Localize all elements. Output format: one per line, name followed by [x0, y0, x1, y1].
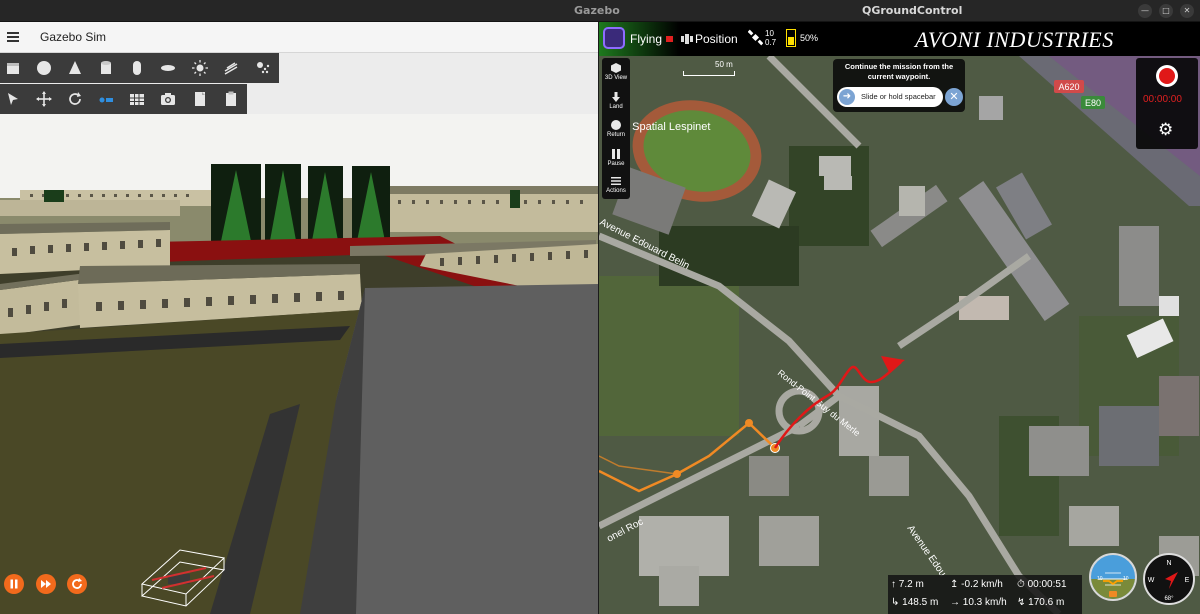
translate-icon[interactable]	[35, 90, 53, 108]
horizontal-speed-value: → 10.3 km/h	[950, 597, 1007, 608]
qgc-app-logo[interactable]	[603, 27, 625, 49]
sphere-shape-icon[interactable]	[35, 59, 53, 77]
directional-light-icon[interactable]	[222, 59, 240, 77]
telemetry-panel[interactable]: ↑ 7.2 m ↥ -0.2 km/h ⏱ 00:00:51 ↳ 148.5 m…	[888, 575, 1082, 614]
highway-label-a620: A620	[1058, 82, 1079, 92]
gazebo-3d-viewport[interactable]	[0, 114, 598, 614]
gps-satellite-icon[interactable]	[748, 29, 763, 47]
spot-light-icon[interactable]	[253, 59, 271, 77]
fly-tool-strip: 3D View Land Return Pause Actions	[602, 58, 630, 199]
qgc-window: Flying Position 10 0.7 50% AVONI INDUSTR…	[599, 22, 1200, 614]
flight-mode-icon	[681, 34, 693, 44]
attitude-mark-left: 10	[1097, 576, 1103, 582]
waypoint-marker-3[interactable]	[673, 470, 681, 478]
view-angle-icon[interactable]	[97, 90, 115, 108]
attitude-mark-right: 10	[1123, 576, 1129, 582]
satellite-map[interactable]: A620 E80 e Spatial Lespinet Avenue Edoua…	[599, 56, 1200, 614]
compass-north: N	[1166, 560, 1171, 567]
point-light-icon[interactable]	[191, 59, 209, 77]
rotate-icon[interactable]	[66, 90, 84, 108]
continue-mission-dialog: Continue the mission from the current wa…	[833, 59, 965, 112]
gazebo-app-title: Gazebo Sim	[40, 30, 107, 44]
reset-simulation-button[interactable]	[67, 574, 87, 594]
heading-arrow-icon	[1165, 572, 1178, 589]
box-shape-icon[interactable]	[4, 59, 22, 77]
camera-record-panel: 00:00:00 ⚙	[1136, 58, 1198, 149]
menu-icon[interactable]	[7, 32, 19, 42]
maximize-icon[interactable]: □	[1159, 4, 1173, 18]
paste-icon[interactable]	[222, 90, 240, 108]
transform-toolbar	[0, 84, 247, 114]
tool-pause[interactable]: Pause	[602, 149, 630, 167]
minimize-icon[interactable]: —	[1138, 4, 1152, 18]
step-forward-button[interactable]	[36, 574, 56, 594]
camera-settings-gear-icon[interactable]: ⚙	[1158, 122, 1173, 139]
window-titlebar: Gazebo QGroundControl — □ ✕	[0, 0, 1200, 22]
qgc-window-title: QGroundControl	[862, 4, 963, 17]
copy-icon[interactable]	[191, 90, 209, 108]
capsule-shape-icon[interactable]	[128, 59, 146, 77]
gps-counts: 10 0.7	[765, 29, 776, 47]
gps-satellite-count: 10	[765, 29, 774, 38]
flight-time-value: ⏱ 00:00:51	[1017, 579, 1067, 590]
cone-shape-icon[interactable]	[66, 59, 84, 77]
battery-icon[interactable]	[786, 29, 796, 47]
distance-home-value: ↳ 148.5 m	[891, 597, 939, 608]
slider-label: Slide or hold spacebar	[861, 92, 936, 101]
shapes-toolbar	[0, 53, 279, 83]
gazebo-window: Gazebo Sim	[0, 22, 598, 614]
close-icon[interactable]: ✕	[1180, 4, 1194, 18]
altitude-value: ↑ 7.2 m	[891, 579, 924, 590]
screenshot-camera-icon[interactable]	[159, 90, 177, 108]
waypoint-marker-2[interactable]	[745, 419, 753, 427]
highway-label-e80: E80	[1085, 98, 1101, 108]
tool-land[interactable]: Land	[602, 92, 630, 110]
tool-3d-view[interactable]: 3D View	[602, 63, 630, 81]
flight-status[interactable]: Flying	[630, 32, 662, 46]
gazebo-header: Gazebo Sim	[0, 22, 598, 53]
gps-hdop: 0.7	[765, 38, 777, 47]
map-scale-label: 50 m	[715, 60, 733, 69]
distance-waypoint-value: ↯ 170.6 m	[1017, 597, 1065, 608]
confirm-slider[interactable]: ➜ Slide or hold spacebar	[837, 87, 943, 107]
select-cursor-icon[interactable]	[4, 90, 22, 108]
brand-logo-text: AVONI INDUSTRIES	[915, 27, 1114, 52]
qgc-toolbar: Flying Position 10 0.7 50% AVONI INDUSTR…	[599, 22, 1200, 56]
vertical-speed-value: ↥ -0.2 km/h	[950, 579, 1003, 590]
gazebo-window-title: Gazebo	[574, 4, 620, 17]
compass-east: E	[1185, 577, 1190, 584]
tool-return[interactable]: Return	[602, 120, 630, 138]
battery-percent: 50%	[800, 33, 819, 43]
pause-simulation-button[interactable]	[4, 574, 24, 594]
record-timer: 00:00:00	[1143, 94, 1182, 105]
flight-mode-selector[interactable]: Position	[695, 32, 738, 46]
cylinder-shape-icon[interactable]	[97, 59, 115, 77]
large-grey-building	[336, 284, 598, 614]
map-scale-bar	[683, 71, 735, 76]
status-flag-icon	[666, 36, 673, 42]
compass-heading: 68°	[1164, 596, 1174, 602]
map-label-stadium: e Spatial Lespinet	[623, 121, 710, 133]
attitude-indicator: 10 10	[1089, 553, 1137, 601]
tool-actions[interactable]: Actions	[602, 176, 630, 194]
record-button[interactable]	[1156, 65, 1178, 87]
compass-west: W	[1148, 577, 1155, 584]
continue-mission-prompt: Continue the mission from the current wa…	[844, 62, 954, 81]
slider-arrow-icon[interactable]: ➜	[839, 89, 855, 105]
compass-widget: N E W 68°	[1143, 553, 1195, 605]
cancel-mission-close-icon[interactable]: ✕	[945, 88, 963, 106]
grid-snap-icon[interactable]	[128, 90, 146, 108]
ellipsoid-shape-icon[interactable]	[159, 59, 177, 77]
